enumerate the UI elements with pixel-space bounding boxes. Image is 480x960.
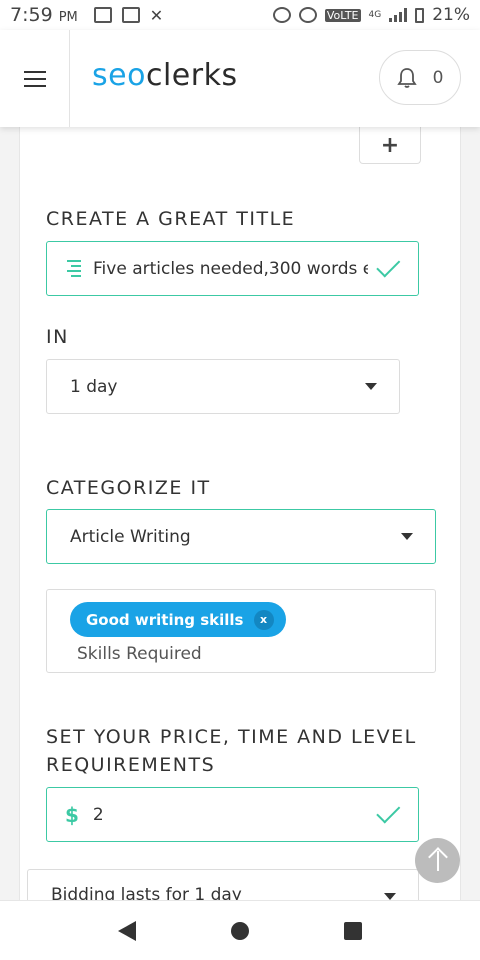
notification-count: 0 xyxy=(432,67,444,88)
calendar-icon xyxy=(121,7,140,23)
logo[interactable]: seoclerks xyxy=(92,58,238,93)
system-navigation-bar xyxy=(0,900,480,960)
skill-tag: Good writing skills x xyxy=(70,602,286,637)
site-header: seoclerks 0 xyxy=(0,30,480,127)
title-input-value: Five articles needed,300 words each xyxy=(93,258,368,279)
alarm-icon xyxy=(272,7,291,23)
missed-call-icon: ✕ xyxy=(149,5,164,25)
add-button[interactable]: + xyxy=(359,127,421,164)
hamburger-menu-icon xyxy=(23,70,46,73)
category-select[interactable]: Article Writing xyxy=(46,509,436,564)
skill-tag-label: Good writing skills xyxy=(86,610,244,629)
remove-tag-button[interactable]: x xyxy=(253,609,274,630)
menu-button[interactable] xyxy=(0,30,70,127)
price-section-label: SET YOUR PRICE, TIME AND LEVEL REQUIREME… xyxy=(46,726,417,776)
skills-input[interactable]: Good writing skills x Skills Required xyxy=(46,589,436,673)
message-icon xyxy=(93,7,112,23)
category-select-value: Article Writing xyxy=(70,526,191,547)
volte-badge: VoLTE xyxy=(324,8,361,22)
notifications-button[interactable]: 0 xyxy=(379,50,461,105)
title-section-label: CREATE A GREAT TITLE xyxy=(46,208,296,230)
caret-down-icon xyxy=(365,383,377,390)
delivery-select-value: 1 day xyxy=(70,376,118,397)
battery-icon xyxy=(415,7,425,23)
signal-icon xyxy=(389,8,408,22)
title-input[interactable]: Five articles needed,300 words each xyxy=(46,241,419,296)
battery-level: 21% xyxy=(432,5,470,25)
recent-apps-icon[interactable] xyxy=(344,921,363,940)
price-input-value: 2 xyxy=(92,804,104,825)
scroll-to-top-button[interactable] xyxy=(415,838,460,883)
status-bar: 7:59 PM ✕ VoLTE 4G 21% xyxy=(0,0,480,30)
home-icon[interactable] xyxy=(230,921,249,940)
check-icon xyxy=(376,252,401,277)
post-request-form: + CREATE A GREAT TITLE Five articles nee… xyxy=(19,127,461,927)
bell-icon xyxy=(396,67,417,88)
price-input[interactable]: $ 2 xyxy=(46,787,419,842)
network-type: 4G xyxy=(368,10,382,20)
caret-down-icon xyxy=(401,533,413,540)
check-icon xyxy=(376,798,401,823)
align-right-lines-icon xyxy=(65,260,81,277)
status-time: 7:59 PM xyxy=(10,4,78,26)
delivery-select[interactable]: 1 day xyxy=(46,359,400,414)
in-section-label: IN xyxy=(46,326,69,348)
caret-down-icon xyxy=(384,893,396,900)
data-saver-icon xyxy=(298,7,317,23)
back-icon[interactable] xyxy=(117,920,136,941)
arrow-up-icon xyxy=(436,850,439,871)
skills-placeholder: Skills Required xyxy=(77,644,202,664)
category-section-label: CATEGORIZE IT xyxy=(46,477,211,499)
dollar-icon: $ xyxy=(65,802,79,827)
